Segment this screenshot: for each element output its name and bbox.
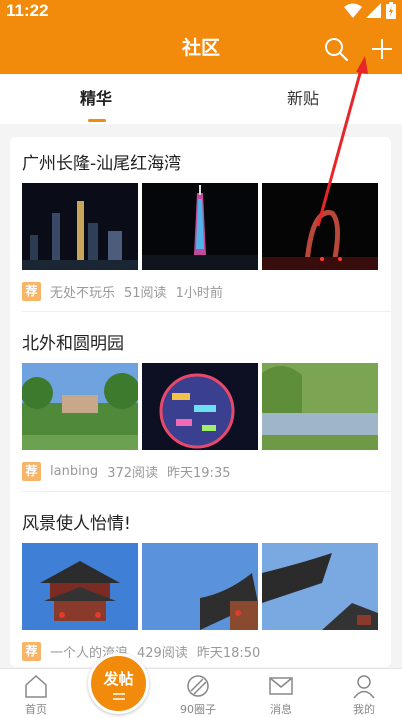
recommend-badge: 荐	[22, 282, 41, 301]
post-image[interactable]	[262, 543, 378, 630]
app-bar: 社区	[0, 22, 402, 74]
circles-icon	[187, 675, 209, 697]
post-reads: 372阅读	[107, 466, 159, 481]
nav-circles-label: 90圈子	[180, 703, 216, 716]
battery-icon	[386, 2, 396, 19]
tab-featured[interactable]: 精华	[80, 74, 112, 124]
nav-messages-label: 消息	[270, 703, 292, 716]
post-images	[22, 183, 378, 270]
post-image[interactable]	[22, 183, 138, 270]
divider	[22, 491, 391, 492]
post-meta: 荐 lanbing 372阅读 昨天19:35	[22, 462, 230, 481]
add-post-icon[interactable]	[369, 36, 395, 62]
post-author[interactable]: 无处不玩乐	[50, 282, 115, 301]
nav-mine[interactable]: 我的	[334, 673, 394, 717]
post-image[interactable]	[262, 183, 378, 270]
post-images	[22, 363, 378, 450]
wifi-icon	[344, 3, 362, 18]
post-time: 1小时前	[175, 286, 223, 301]
post-image[interactable]	[142, 543, 258, 630]
divider	[22, 311, 391, 312]
new-post-label: 发帖	[103, 670, 134, 688]
recommend-badge: 荐	[22, 642, 41, 661]
search-icon[interactable]	[323, 36, 349, 62]
tab-new-posts[interactable]: 新贴	[287, 74, 319, 124]
tab-bar: 精华 新贴	[0, 74, 402, 124]
post-reads: 51阅读	[124, 286, 167, 301]
post-image[interactable]	[262, 363, 378, 450]
menu-lines-icon	[112, 693, 125, 700]
post-time: 昨天18:50	[196, 646, 261, 661]
post-image[interactable]	[142, 363, 258, 450]
post-images	[22, 543, 378, 630]
post-feed: 广州长隆-汕尾红海湾 荐 无处不玩乐 51阅读 1小时前 北外和圆明园 荐 la…	[10, 137, 391, 667]
post-title[interactable]: 风景使人怡情!	[22, 509, 131, 534]
status-bar: 11:22	[0, 0, 402, 22]
home-icon	[25, 674, 47, 698]
signal-icon	[366, 2, 381, 18]
nav-home[interactable]: 首页	[6, 673, 66, 717]
nav-messages[interactable]: 消息	[251, 673, 311, 717]
user-icon	[353, 675, 375, 699]
post-author[interactable]: lanbing	[50, 464, 98, 479]
new-post-button[interactable]: 发帖	[88, 653, 149, 714]
tab-indicator	[88, 119, 106, 122]
nav-circles[interactable]: 90圈子	[168, 673, 228, 717]
post-meta: 荐 无处不玩乐 51阅读 1小时前	[22, 282, 223, 301]
post-title[interactable]: 北外和圆明园	[22, 329, 124, 354]
bottom-nav: 首页 90圈子 消息 我的	[0, 668, 402, 718]
nav-mine-label: 我的	[353, 703, 375, 716]
recommend-badge: 荐	[22, 462, 41, 481]
status-time: 11:22	[6, 1, 49, 20]
status-icons	[344, 2, 396, 19]
post-image[interactable]	[22, 543, 138, 630]
post-time: 昨天19:35	[167, 466, 231, 481]
post-image[interactable]	[142, 183, 258, 270]
post-title[interactable]: 广州长隆-汕尾红海湾	[22, 149, 181, 174]
post-image[interactable]	[22, 363, 138, 450]
mail-icon	[269, 677, 293, 695]
nav-home-label: 首页	[25, 703, 47, 716]
